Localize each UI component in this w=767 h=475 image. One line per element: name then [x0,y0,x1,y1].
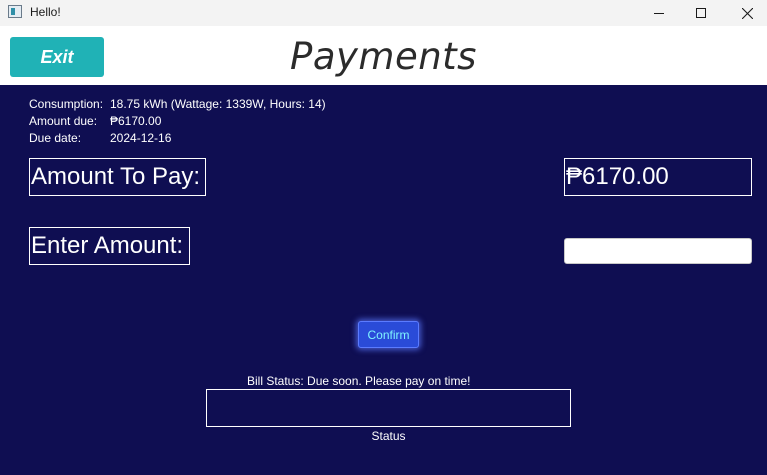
header-bar: Exit Payments [0,26,767,85]
page-title: Payments [290,35,477,78]
bill-status-text: Bill Status: Due soon. Please pay on tim… [247,374,471,388]
confirm-button[interactable]: Confirm [358,321,419,348]
maximize-button[interactable] [678,0,724,26]
window-titlebar: Hello! [0,0,767,26]
amount-to-pay-label: Amount To Pay: [29,158,206,196]
due-date-label: Due date: [29,131,82,145]
minimize-button[interactable] [636,0,682,26]
amount-due-value: ₱6170.00 [110,114,162,128]
consumption-label: Consumption: [29,97,104,111]
window-title: Hello! [30,5,61,19]
minimize-icon [654,13,664,14]
consumption-value: 18.75 kWh (Wattage: 1339W, Hours: 14) [110,97,326,111]
enter-amount-label: Enter Amount: [29,227,190,265]
app-icon [8,5,22,18]
amount-to-pay-value: ₱6170.00 [564,158,752,196]
maximize-icon [696,8,706,18]
enter-amount-input[interactable] [564,238,752,264]
status-label: Status [371,429,406,443]
due-date-value: 2024-12-16 [110,131,172,145]
amount-due-label: Amount due: [29,114,98,128]
close-button[interactable] [724,0,767,26]
close-icon [741,7,753,19]
status-box [206,389,571,427]
